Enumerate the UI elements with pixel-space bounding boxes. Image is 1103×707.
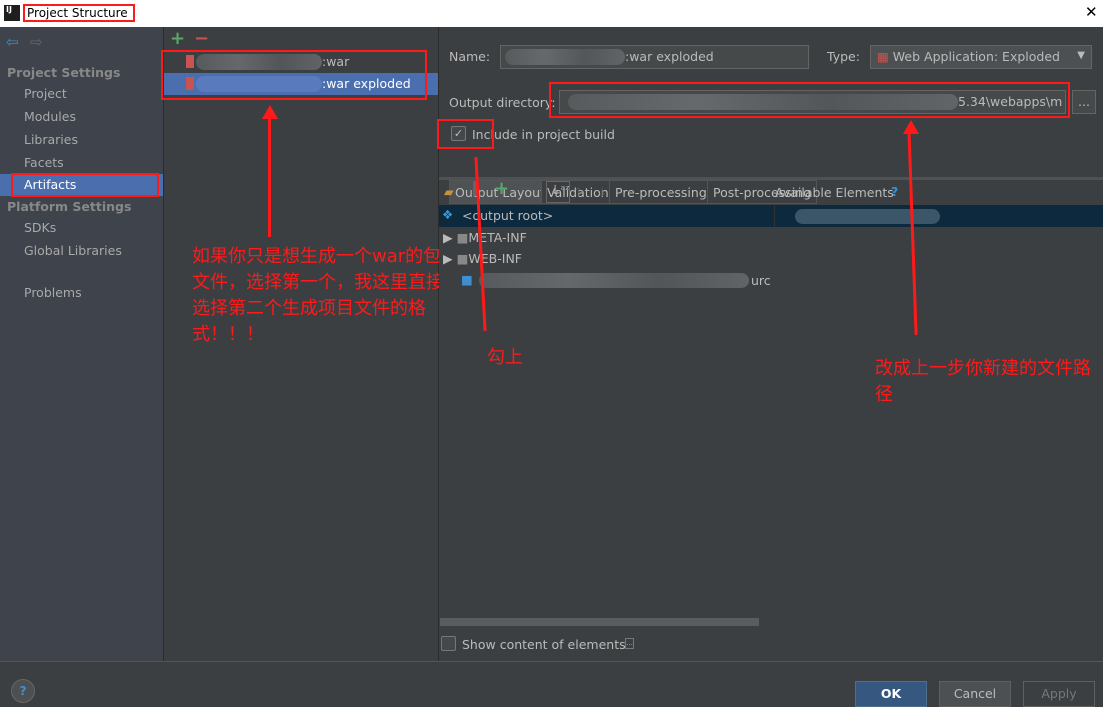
type-label: Type: [827,49,860,64]
output-root-label: <output root> [462,208,554,223]
forward-arrow-icon[interactable]: ⇨ [30,33,43,51]
sidebar-item-project[interactable]: Project [24,86,67,101]
help-icon[interactable]: ? [891,184,898,199]
chevron-down-icon: ▼ [1077,50,1085,61]
annotation-right: 改成上一步你新建的文件路径 [875,358,1091,405]
apply-button[interactable]: Apply [1023,681,1095,707]
web-app-icon: ▦ [877,49,893,64]
artifact-list-panel: + − :war :war exploded 如果你只是想生成一个war的包文件… [161,27,444,661]
show-content-label: Show content of elements [462,637,626,652]
type-value: Web Application: Exploded [892,49,1060,64]
move-up-icon[interactable]: 🡑 [575,183,582,204]
tab-pre-processing[interactable]: Pre-processing [609,180,713,204]
move-down-icon[interactable]: 🡓 [599,183,606,204]
platform-settings-heading: Platform Settings [7,199,132,214]
folder-icon: ■ [456,251,469,266]
title-bar: IJ Project Structure ✕ [0,0,1103,27]
redacted-name [505,49,625,65]
sidebar: ⇦ ⇨ Project Settings Project Modules Lib… [0,27,164,661]
arrow-head-icon [262,105,278,119]
add-icon[interactable]: + [170,28,185,49]
tree-label: WEB-INF [468,251,522,266]
name-input[interactable]: :war exploded [500,45,809,69]
annotation-box-artifacts-list [161,50,427,100]
annotation-box-artifacts [11,173,159,197]
remove-element-icon[interactable]: − [519,178,534,199]
sidebar-item-global-libraries[interactable]: Global Libraries [24,243,122,258]
redacted-module [479,273,749,288]
output-directory-label: Output directory: [449,95,556,110]
add-element-icon[interactable]: + [494,178,509,199]
annotation-arrow [268,112,271,237]
annotation-box-checkbox [437,119,494,149]
remove-icon[interactable]: − [194,28,209,49]
annotation-left: 如果你只是想生成一个war的包文件，选择第一个，我这里直接选择第二个生成项目文件… [192,246,444,345]
tree-item-meta-inf[interactable]: ▶ ■META-INF [443,230,527,245]
name-value: :war exploded [625,49,714,64]
ok-button[interactable]: OK [855,681,927,707]
new-directory-icon[interactable]: ▰ [444,184,454,199]
sidebar-item-problems[interactable]: Problems [24,285,82,300]
intellij-logo-icon: IJ [4,5,20,21]
expand-icon[interactable]: ▶ [443,251,453,266]
output-root-row[interactable]: ❖ <output root> [439,205,1103,227]
more-icon[interactable]: … [625,638,634,649]
back-arrow-icon[interactable]: ⇦ [6,33,19,51]
tree-label: META-INF [468,230,527,245]
artifact-settings-panel: Name: :war exploded Type: ▦ Web Applicat… [437,27,1103,661]
sidebar-item-facets[interactable]: Facets [24,155,64,170]
annotation-check: 勾上 [487,347,523,368]
available-elements-label: Available Elements [775,185,894,200]
browse-button[interactable]: ... [1072,90,1096,114]
tab-divider [439,177,1103,180]
sort-icon[interactable]: ↓ᵃᶻ [546,181,570,203]
folder-icon: ■ [456,230,469,245]
dialog-footer: ? [0,661,1103,703]
sidebar-item-libraries[interactable]: Libraries [24,132,78,147]
output-root-icon: ❖ [442,207,454,222]
redacted-element [795,209,940,224]
sidebar-item-modules[interactable]: Modules [24,109,76,124]
cancel-button[interactable]: Cancel [939,681,1011,707]
arrow-head-icon [903,120,919,134]
column-divider [774,205,775,227]
sidebar-item-sdks[interactable]: SDKs [24,220,56,235]
tree-label: urc [751,273,771,288]
type-select[interactable]: ▦ Web Application: Exploded ▼ [870,45,1092,69]
module-icon: ■ [461,272,473,287]
horizontal-scrollbar[interactable] [440,618,759,626]
close-icon[interactable]: ✕ [1085,3,1098,21]
name-label: Name: [449,49,491,64]
project-settings-heading: Project Settings [7,65,121,80]
annotation-arrow [907,129,918,335]
expand-icon[interactable]: ▶ [443,230,453,245]
window-title: Project Structure [23,4,135,22]
annotation-box-output-dir [549,82,1070,118]
tree-item-module[interactable]: ■ urc [461,272,771,288]
show-content-checkbox[interactable] [441,636,456,651]
help-button[interactable]: ? [11,679,35,703]
